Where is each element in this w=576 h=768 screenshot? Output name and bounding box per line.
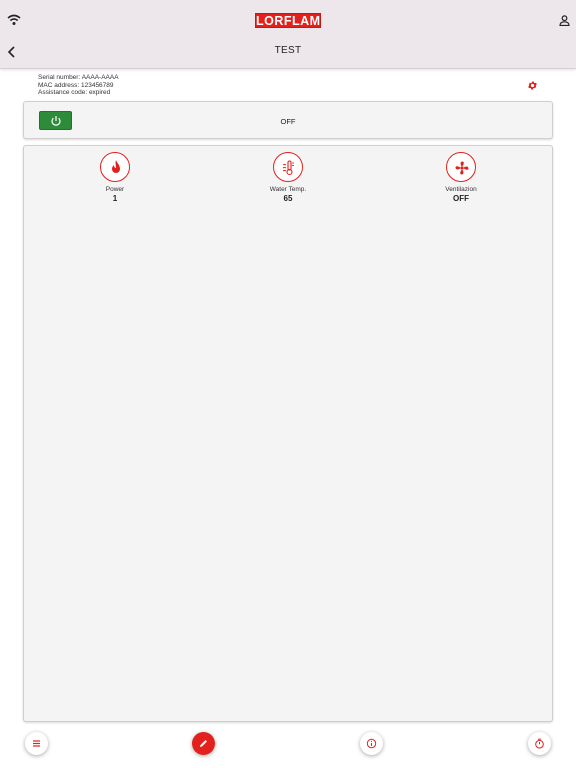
- power-card: OFF: [23, 101, 553, 139]
- stat-value: 1: [112, 194, 118, 203]
- power-status: OFF: [280, 117, 296, 126]
- stat-label: Water Temp.: [269, 186, 307, 193]
- stat-power-circle[interactable]: [100, 152, 130, 182]
- stats-card: Power 1 Water Temp. 65 Ventilazion OFF: [23, 145, 553, 722]
- brand-logo: LORFLAM: [255, 13, 321, 28]
- menu-button[interactable]: [25, 732, 48, 755]
- flame-icon: [112, 160, 120, 173]
- stat-ventilation-circle[interactable]: [446, 152, 476, 182]
- stat-label: Power: [105, 186, 125, 193]
- fan-icon: [455, 161, 469, 175]
- wifi-icon: [7, 14, 21, 25]
- stat-water-temp-circle[interactable]: [273, 152, 303, 182]
- edit-button[interactable]: [192, 732, 215, 755]
- user-icon[interactable]: [559, 15, 570, 26]
- serial-number: Serial number: AAAA-AAAA: [38, 74, 119, 81]
- menu-icon: [33, 740, 40, 747]
- timer-icon: [535, 738, 544, 749]
- stat-ventilation[interactable]: Ventilazion OFF: [416, 152, 506, 203]
- stat-value: OFF: [453, 194, 469, 203]
- device-info: Serial number: AAAA-AAAA MAC address: 12…: [38, 74, 119, 97]
- water-temperature-icon: [282, 160, 294, 176]
- stat-water-temp[interactable]: Water Temp. 65: [243, 152, 333, 203]
- edit-icon: [200, 740, 207, 747]
- assistance-code: Assistance code: expired: [38, 89, 111, 97]
- gear-icon[interactable]: [527, 80, 538, 91]
- mac-address: MAC address: 123456789: [38, 81, 114, 89]
- stat-power[interactable]: Power 1: [70, 152, 160, 203]
- stat-value: 65: [283, 194, 293, 203]
- timer-button[interactable]: [528, 732, 551, 755]
- info-icon: [366, 738, 377, 749]
- top-bar: LORFLAM TEST: [0, 0, 576, 69]
- page-title: TEST: [274, 45, 302, 56]
- info-button[interactable]: [360, 732, 383, 755]
- stat-label: Ventilazion: [445, 186, 477, 193]
